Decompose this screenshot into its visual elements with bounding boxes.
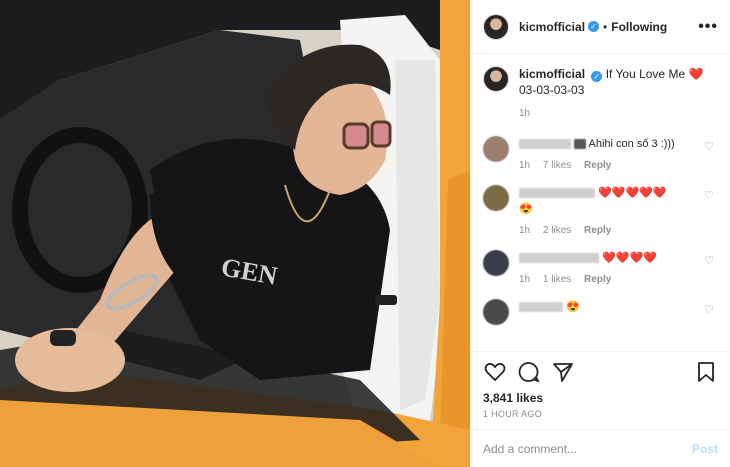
post-photo[interactable]: GEN: [0, 0, 470, 467]
post-side-panel: kicmofficial ✓ • Following ••• kicmoffic…: [470, 0, 730, 467]
comment-bubble-icon[interactable]: [517, 360, 541, 384]
comment-like-heart-icon[interactable]: ♡: [704, 254, 714, 267]
more-options-icon[interactable]: •••: [698, 18, 718, 36]
reply-button[interactable]: Reply: [584, 274, 611, 285]
comment-text-line: 😍: [519, 299, 718, 315]
comment-text-2: 😍: [519, 203, 533, 215]
comment-meta: 1h 7 likes Reply: [519, 160, 718, 171]
heart-outline-icon[interactable]: [483, 360, 507, 384]
bookmark-icon[interactable]: [694, 360, 718, 384]
comment-body: Ahihi con số 3 :))) 1h 7 likes Reply: [519, 136, 718, 171]
comment-item: 😍 ♡: [483, 299, 718, 325]
caption-text: If You Love Me: [605, 67, 686, 81]
comment-input[interactable]: [483, 441, 692, 456]
header-separator: •: [603, 19, 608, 34]
comment-item: ❤️❤️❤️❤️ 1h 1 likes Reply ♡: [483, 250, 718, 285]
posted-time: 1 HOUR AGO: [483, 409, 543, 419]
author-avatar[interactable]: [483, 13, 509, 40]
comments-list[interactable]: kicmofficial ✓ If You Love Me ❤️ 03-03-0…: [471, 54, 730, 351]
comment-time: 1h: [519, 274, 531, 285]
comment-meta: 1h 1 likes Reply: [519, 274, 718, 285]
comment-like-heart-icon[interactable]: ♡: [704, 140, 714, 153]
photo-illustration: GEN: [0, 0, 470, 467]
caption-heart-emoji: ❤️: [688, 67, 704, 81]
comment-body: 😍: [519, 299, 718, 315]
caption-line2: 03-03-03-03: [519, 83, 585, 97]
comment-meta: 1h 2 likes Reply: [519, 225, 718, 236]
comment-body: ❤️❤️❤️❤️❤️ 😍 1h 2 likes Reply: [519, 185, 718, 236]
add-comment-bar: Post: [471, 429, 730, 467]
comment-likes[interactable]: 7 likes: [543, 160, 571, 171]
comment-time: 1h: [519, 225, 531, 236]
comment-text-line: Ahihi con số 3 :))): [519, 136, 718, 152]
post-actions-bar: [471, 351, 730, 391]
comment-item: Ahihi con số 3 :))) 1h 7 likes Reply ♡: [483, 136, 718, 171]
caption-text-block: kicmofficial ✓ If You Love Me ❤️ 03-03-0…: [519, 66, 703, 122]
comment-likes[interactable]: 2 likes: [543, 225, 571, 236]
post-caption: kicmofficial ✓ If You Love Me ❤️ 03-03-0…: [483, 66, 718, 122]
commenter-avatar[interactable]: [483, 136, 509, 162]
following-button[interactable]: Following: [611, 20, 667, 34]
likes-count[interactable]: 3,841 likes: [471, 391, 730, 405]
comment-text: ❤️❤️❤️❤️❤️: [598, 187, 667, 199]
comment-text: 😍: [566, 301, 580, 313]
instagram-post-modal: GEN kicmofficial ✓ • Following ••• kicmo…: [0, 0, 730, 467]
comment-likes[interactable]: 1 likes: [543, 274, 571, 285]
redacted-tag: [574, 139, 587, 150]
commenter-avatar[interactable]: [483, 250, 509, 276]
post-comment-button[interactable]: Post: [692, 442, 718, 456]
caption-time: 1h: [519, 108, 531, 119]
caption-username[interactable]: kicmofficial: [519, 67, 585, 81]
share-paper-plane-icon[interactable]: [551, 360, 575, 384]
redacted-username: [519, 253, 599, 264]
comment-text-line: ❤️❤️❤️❤️: [519, 250, 718, 266]
caption-avatar[interactable]: [483, 66, 509, 92]
comment-text: ❤️❤️❤️❤️: [602, 252, 657, 264]
post-header: kicmofficial ✓ • Following •••: [471, 0, 730, 54]
commenter-avatar[interactable]: [483, 185, 509, 211]
author-username[interactable]: kicmofficial: [519, 20, 585, 34]
comment-text: Ahihi con số 3 :))): [588, 138, 675, 150]
comment-like-heart-icon[interactable]: ♡: [704, 303, 714, 316]
comment-like-heart-icon[interactable]: ♡: [704, 189, 714, 202]
comment-text-line: ❤️❤️❤️❤️❤️ 😍: [519, 185, 718, 217]
reply-button[interactable]: Reply: [584, 160, 611, 171]
redacted-username: [519, 302, 563, 313]
commenter-avatar[interactable]: [483, 299, 509, 325]
comment-time: 1h: [519, 160, 531, 171]
comment-item: ❤️❤️❤️❤️❤️ 😍 1h 2 likes Reply ♡: [483, 185, 718, 236]
redacted-username: [519, 139, 571, 150]
verified-badge-icon: ✓: [591, 71, 603, 82]
redacted-username: [519, 188, 595, 199]
verified-badge-icon: ✓: [588, 21, 600, 32]
comment-body: ❤️❤️❤️❤️ 1h 1 likes Reply: [519, 250, 718, 285]
reply-button[interactable]: Reply: [584, 225, 611, 236]
